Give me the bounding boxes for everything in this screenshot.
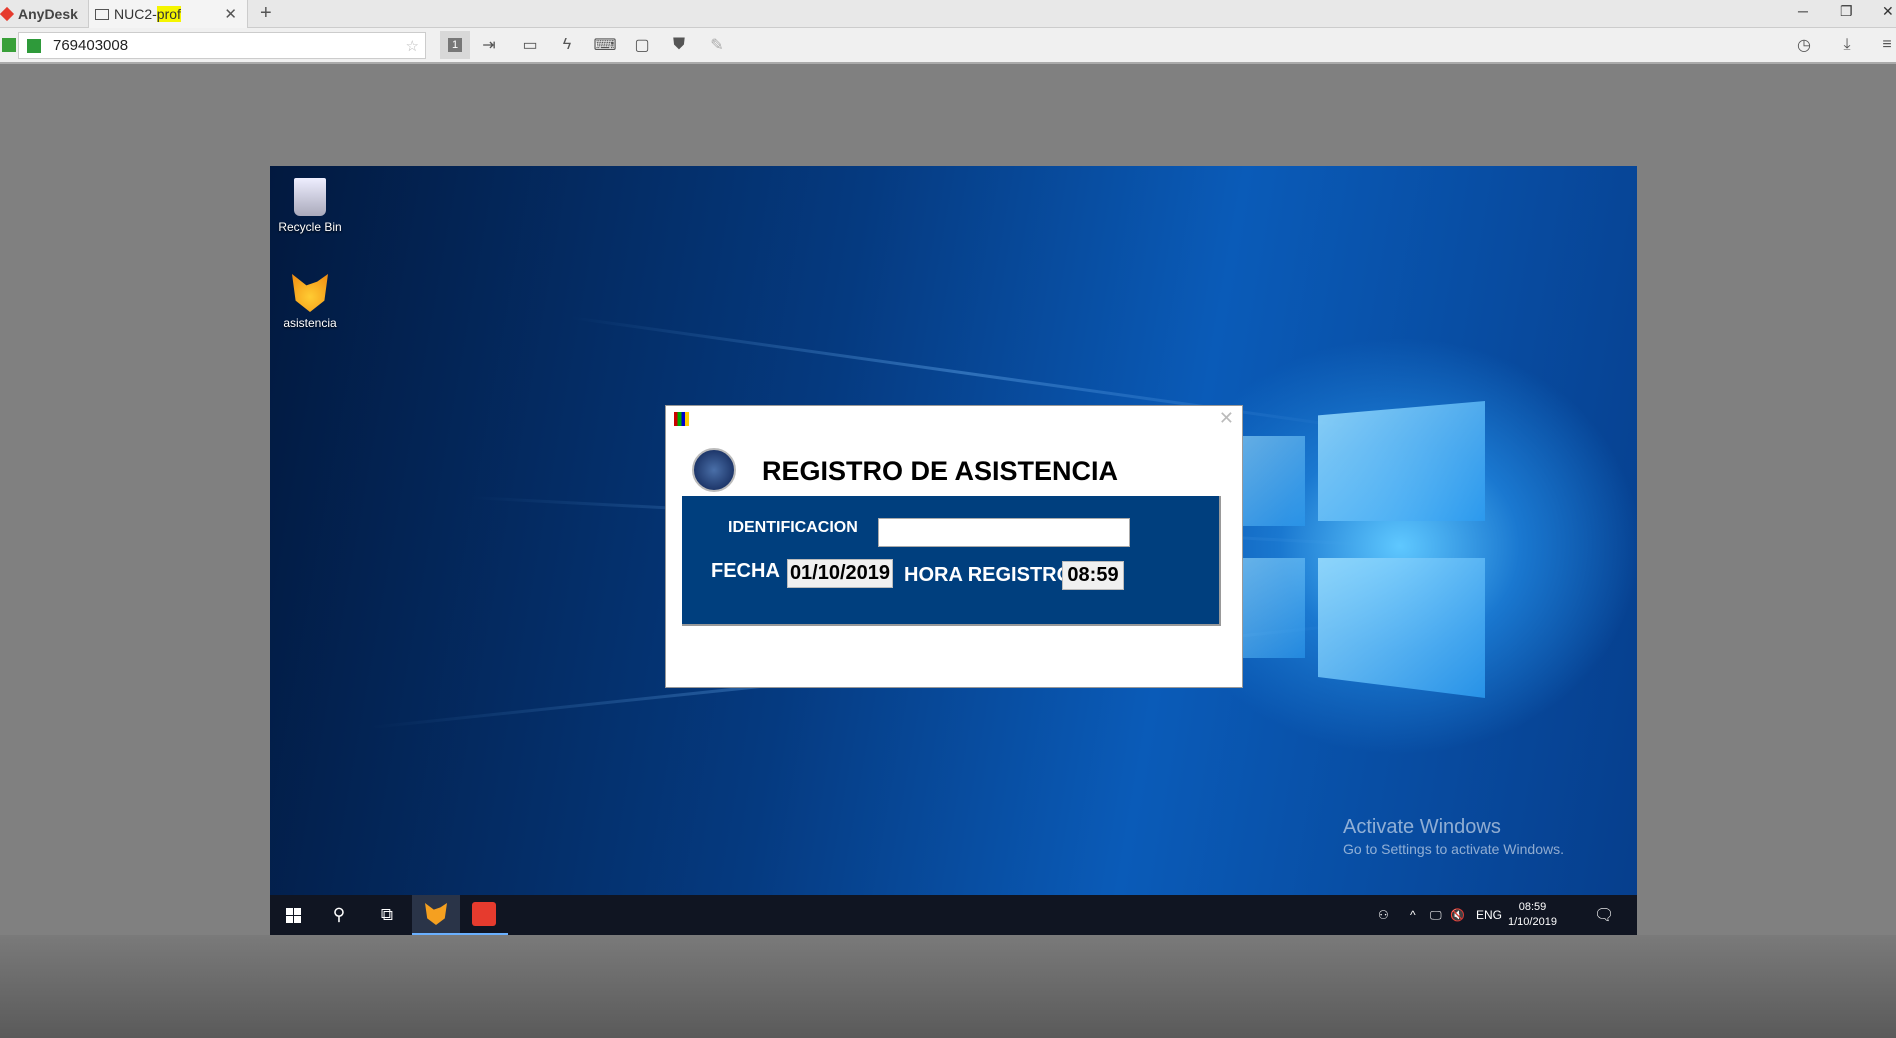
- desktop-icon-asistencia[interactable]: asistencia: [270, 274, 350, 330]
- action-center-icon[interactable]: 🗨: [1594, 895, 1614, 935]
- file-transfer-icon[interactable]: ⇥: [478, 34, 500, 56]
- activate-windows-watermark: Activate Windows Go to Settings to activ…: [1343, 816, 1564, 857]
- minimize-button[interactable]: ─: [1798, 3, 1808, 19]
- taskbar: ⚲ ⧉ ⚇ ^ 🖵 🔇 ENG 08:59 1/10/2019 🗨: [270, 895, 1637, 935]
- windows-logo-pane: [1240, 436, 1305, 526]
- remote-desktop[interactable]: Recycle Bin asistencia Activate Windows …: [270, 166, 1637, 935]
- connection-status-icon: [2, 38, 16, 52]
- monitor-icon: [95, 8, 109, 20]
- clock-date: 1/10/2019: [1508, 916, 1557, 928]
- people-icon[interactable]: ⚇: [1378, 895, 1389, 935]
- history-icon[interactable]: ◷: [1793, 34, 1815, 56]
- close-tab-icon[interactable]: ✕: [224, 5, 237, 23]
- search-icon[interactable]: ⚲: [316, 895, 362, 935]
- app-window-icon: [674, 412, 689, 426]
- whiteboard-icon[interactable]: ✎: [706, 34, 728, 56]
- dialog-title: REGISTRO DE ASISTENCIA: [762, 456, 1119, 486]
- task-view-icon[interactable]: ⧉: [364, 895, 410, 935]
- windows-logo-pane: [1318, 558, 1485, 698]
- verified-icon: [27, 38, 41, 53]
- display-icon[interactable]: ▢: [631, 34, 653, 56]
- hora-registro-field: 08:59: [1062, 561, 1124, 590]
- show-hidden-icons[interactable]: ^: [1410, 895, 1416, 935]
- fecha-label: FECHA: [711, 560, 780, 582]
- registro-dialog: ✕ REGISTRO DE ASISTENCIA IDENTIFICACION …: [665, 405, 1243, 688]
- desktop-icon-recycle-bin[interactable]: Recycle Bin: [270, 178, 350, 234]
- tab-session[interactable]: NUC2- prof ✕: [88, 0, 248, 28]
- activate-title: Activate Windows: [1343, 816, 1501, 838]
- taskbar-anydesk-app[interactable]: [460, 895, 508, 935]
- viewer-background: [0, 935, 1896, 1038]
- app-name: AnyDesk: [18, 6, 78, 22]
- action-icon[interactable]: ϟ: [556, 34, 578, 56]
- fecha-field: 01/10/2019: [787, 559, 893, 588]
- recycle-bin-icon: [294, 178, 326, 216]
- toolbar: 769403008 ☆ 1 ⇥ ▭ ϟ ⌨ ▢ ⛊ ✎ ◷ ⤓ ≡: [0, 28, 1896, 64]
- download-icon[interactable]: ⤓: [1836, 34, 1858, 56]
- address-field[interactable]: 769403008 ☆: [18, 32, 426, 59]
- favorite-star-icon[interactable]: ☆: [406, 37, 419, 55]
- close-dialog-button[interactable]: ✕: [1219, 408, 1234, 429]
- clock[interactable]: 08:59 1/10/2019: [1508, 895, 1557, 935]
- monitor-number: 1: [447, 38, 463, 52]
- form-panel: IDENTIFICACION FECHA 01/10/2019 HORA REG…: [682, 496, 1221, 626]
- tab-label-highlight: prof: [156, 6, 181, 22]
- hora-registro-label: HORA REGISTRO: [904, 564, 1073, 586]
- restore-button[interactable]: ❐: [1840, 3, 1853, 20]
- keyboard-icon[interactable]: ⌨: [593, 34, 616, 56]
- taskbar-asistencia-app[interactable]: [412, 895, 460, 935]
- fox-app-icon: [425, 903, 447, 925]
- compass-logo-icon: [692, 448, 736, 492]
- language-indicator[interactable]: ENG: [1476, 895, 1502, 935]
- anydesk-logo[interactable]: AnyDesk: [0, 0, 78, 28]
- volume-muted-icon[interactable]: 🔇: [1450, 895, 1465, 935]
- chat-icon[interactable]: ▭: [519, 34, 541, 56]
- fox-app-icon: [292, 274, 328, 312]
- address-value: 769403008: [53, 37, 129, 54]
- windows-logo-pane: [1318, 401, 1485, 521]
- windows-icon: [285, 907, 301, 923]
- identificacion-label: IDENTIFICACION: [728, 519, 858, 536]
- anydesk-icon: [472, 902, 496, 926]
- permissions-icon[interactable]: ⛊: [668, 34, 690, 56]
- anydesk-diamond-icon: [0, 6, 15, 22]
- icon-label: asistencia: [283, 316, 337, 330]
- activate-subtitle: Go to Settings to activate Windows.: [1343, 841, 1564, 857]
- network-icon[interactable]: 🖵: [1430, 895, 1442, 935]
- icon-label: Recycle Bin: [278, 220, 342, 234]
- start-button[interactable]: [270, 895, 316, 935]
- menu-icon[interactable]: ≡: [1876, 34, 1896, 56]
- tab-label: NUC2-: [114, 6, 157, 22]
- close-window-button[interactable]: ✕: [1882, 3, 1894, 20]
- windows-logo-pane: [1240, 558, 1305, 658]
- clock-time: 08:59: [1518, 901, 1547, 913]
- tab-bar: AnyDesk NUC2- prof ✕ + ─ ❐ ✕: [0, 0, 1896, 28]
- monitor-1-icon[interactable]: 1: [440, 31, 470, 59]
- new-tab-button[interactable]: +: [260, 2, 272, 25]
- identificacion-input[interactable]: [878, 518, 1130, 547]
